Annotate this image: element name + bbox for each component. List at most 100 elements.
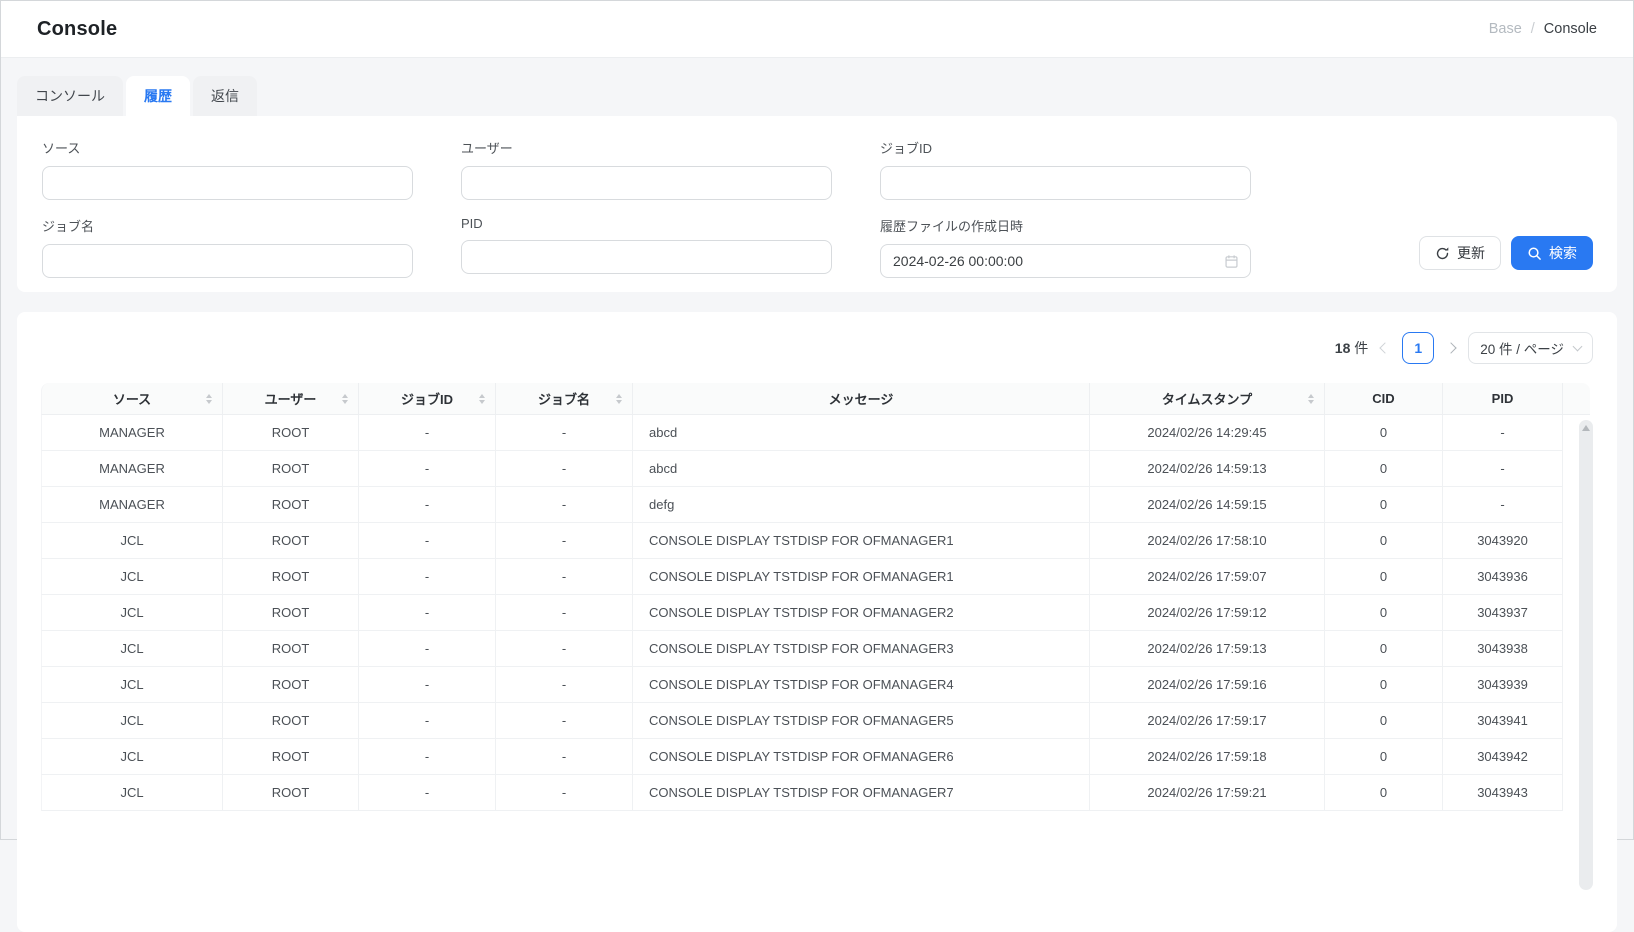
sort-icon[interactable] <box>1308 393 1314 404</box>
cell: 0 <box>1325 739 1443 775</box>
scroll-up-arrow-icon <box>1582 425 1590 431</box>
cell: JCL <box>41 631 223 667</box>
job-name-label: ジョブ名 <box>42 219 95 234</box>
search-button[interactable]: 検索 <box>1511 236 1593 270</box>
cell: 0 <box>1325 595 1443 631</box>
column-label: ジョブ名 <box>537 392 590 407</box>
cell: 3043943 <box>1443 775 1563 811</box>
cell: - <box>496 775 633 811</box>
cell: 3043942 <box>1443 739 1563 775</box>
chevron-down-icon <box>1572 341 1583 352</box>
chevron-right-icon <box>1445 342 1457 354</box>
user-input[interactable] <box>461 166 832 200</box>
tab-console[interactable]: コンソール <box>17 76 123 116</box>
column-header-4[interactable]: ジョブ名 <box>496 383 633 415</box>
column-label: ソース <box>112 392 152 407</box>
cell: - <box>359 487 496 523</box>
vertical-scrollbar[interactable] <box>1579 420 1593 890</box>
page-size-value: 20 件 / ページ <box>1480 342 1564 357</box>
cell: CONSOLE DISPLAY TSTDISP FOR OFMANAGER7 <box>633 775 1090 811</box>
job-name-input[interactable] <box>42 244 413 278</box>
history-table: ソース ユーザー ジョブID ジョブ名 メッセージ タイムスタンプ CID PID MANAG… <box>41 383 1593 890</box>
filter-field-job-id: ジョブID <box>880 138 1251 200</box>
source-input[interactable] <box>42 166 413 200</box>
search-icon <box>1527 246 1542 261</box>
cell: abcd <box>633 415 1090 451</box>
scrollbar-spacer-header <box>1563 383 1590 415</box>
column-header-3[interactable]: ジョブID <box>359 383 496 415</box>
cell: MANAGER <box>41 487 223 523</box>
table-row: JCL ROOT - - CONSOLE DISPLAY TSTDISP FOR OFM… <box>41 631 1590 667</box>
filter-field-user: ユーザー <box>461 138 832 200</box>
column-header-6[interactable]: タイムスタンプ <box>1090 383 1325 415</box>
breadcrumb-item-base[interactable]: Base <box>1489 21 1522 37</box>
reload-icon <box>1435 246 1450 261</box>
cell: ROOT <box>223 595 359 631</box>
job-id-input[interactable] <box>880 166 1251 200</box>
tab-bar: コンソール 履歴 返信 <box>17 76 1617 116</box>
cell: CONSOLE DISPLAY TSTDISP FOR OFMANAGER1 <box>633 559 1090 595</box>
cell: ROOT <box>223 415 359 451</box>
cell: - <box>496 631 633 667</box>
results-panel: 18 件 1 20 件 / ページ ソース ユーザー ジョブID ジョブ名 メッセージ タ… <box>17 312 1617 932</box>
cell: abcd <box>633 451 1090 487</box>
sort-icon[interactable] <box>616 393 622 404</box>
cell: - <box>1443 451 1563 487</box>
cell: - <box>496 739 633 775</box>
cell: JCL <box>41 559 223 595</box>
column-label: PID <box>1491 391 1514 406</box>
refresh-button[interactable]: 更新 <box>1419 236 1501 270</box>
cell: 2024/02/26 17:59:16 <box>1090 667 1325 703</box>
tab-history[interactable]: 履歴 <box>126 76 190 116</box>
column-label: CID <box>1372 391 1395 406</box>
tab-reply[interactable]: 返信 <box>193 76 257 116</box>
column-header-2[interactable]: ユーザー <box>223 383 359 415</box>
cell: ROOT <box>223 451 359 487</box>
cell: - <box>359 523 496 559</box>
history-date-value: 2024-02-26 00:00:00 <box>893 253 1023 269</box>
cell: 2024/02/26 14:29:45 <box>1090 415 1325 451</box>
table-row: JCL ROOT - - CONSOLE DISPLAY TSTDISP FOR OFM… <box>41 775 1590 811</box>
app-header: Console Base / Console <box>1 1 1633 58</box>
cell: CONSOLE DISPLAY TSTDISP FOR OFMANAGER2 <box>633 595 1090 631</box>
prev-page-button[interactable] <box>1379 342 1391 354</box>
sort-icon[interactable] <box>206 393 212 404</box>
search-button-label: 検索 <box>1549 245 1577 261</box>
cell: MANAGER <box>41 451 223 487</box>
breadcrumb-separator: / <box>1530 21 1535 37</box>
cell: MANAGER <box>41 415 223 451</box>
cell: - <box>359 631 496 667</box>
filter-field-history-date: 履歴ファイルの作成日時 2024-02-26 00:00:00 <box>880 216 1251 278</box>
cell: 2024/02/26 17:59:21 <box>1090 775 1325 811</box>
sort-icon[interactable] <box>479 393 485 404</box>
cell: ROOT <box>223 631 359 667</box>
cell: 2024/02/26 17:59:17 <box>1090 703 1325 739</box>
cell: 2024/02/26 17:59:18 <box>1090 739 1325 775</box>
cell: ROOT <box>223 487 359 523</box>
calendar-icon[interactable] <box>1224 254 1239 269</box>
next-page-button[interactable] <box>1445 342 1457 354</box>
cell: - <box>496 523 633 559</box>
cell: 3043920 <box>1443 523 1563 559</box>
cell: ROOT <box>223 667 359 703</box>
page-size-select[interactable]: 20 件 / ページ <box>1468 332 1593 364</box>
pid-input[interactable] <box>461 240 832 274</box>
cell: - <box>359 595 496 631</box>
breadcrumb-item-current: Console <box>1543 21 1597 37</box>
column-header-8: PID <box>1443 383 1563 415</box>
cell: 0 <box>1325 451 1443 487</box>
sort-icon[interactable] <box>342 393 348 404</box>
table-row: JCL ROOT - - CONSOLE DISPLAY TSTDISP FOR OFM… <box>41 739 1590 775</box>
column-label: タイムスタンプ <box>1161 392 1253 407</box>
total-count-unit: 件 <box>1354 340 1369 356</box>
filter-field-job-name: ジョブ名 <box>42 216 413 278</box>
cell: JCL <box>41 523 223 559</box>
table-row: MANAGER ROOT - - abcd 2024/02/26 14:59:13 0- <box>41 451 1590 487</box>
current-page-button[interactable]: 1 <box>1402 332 1435 364</box>
cell: JCL <box>41 667 223 703</box>
table-row: MANAGER ROOT - - abcd 2024/02/26 14:29:45 0- <box>41 415 1590 451</box>
filter-actions: 更新 検索 <box>1419 236 1593 270</box>
column-header-1[interactable]: ソース <box>41 383 223 415</box>
cell: 2024/02/26 17:59:13 <box>1090 631 1325 667</box>
history-date-input[interactable]: 2024-02-26 00:00:00 <box>880 244 1251 278</box>
